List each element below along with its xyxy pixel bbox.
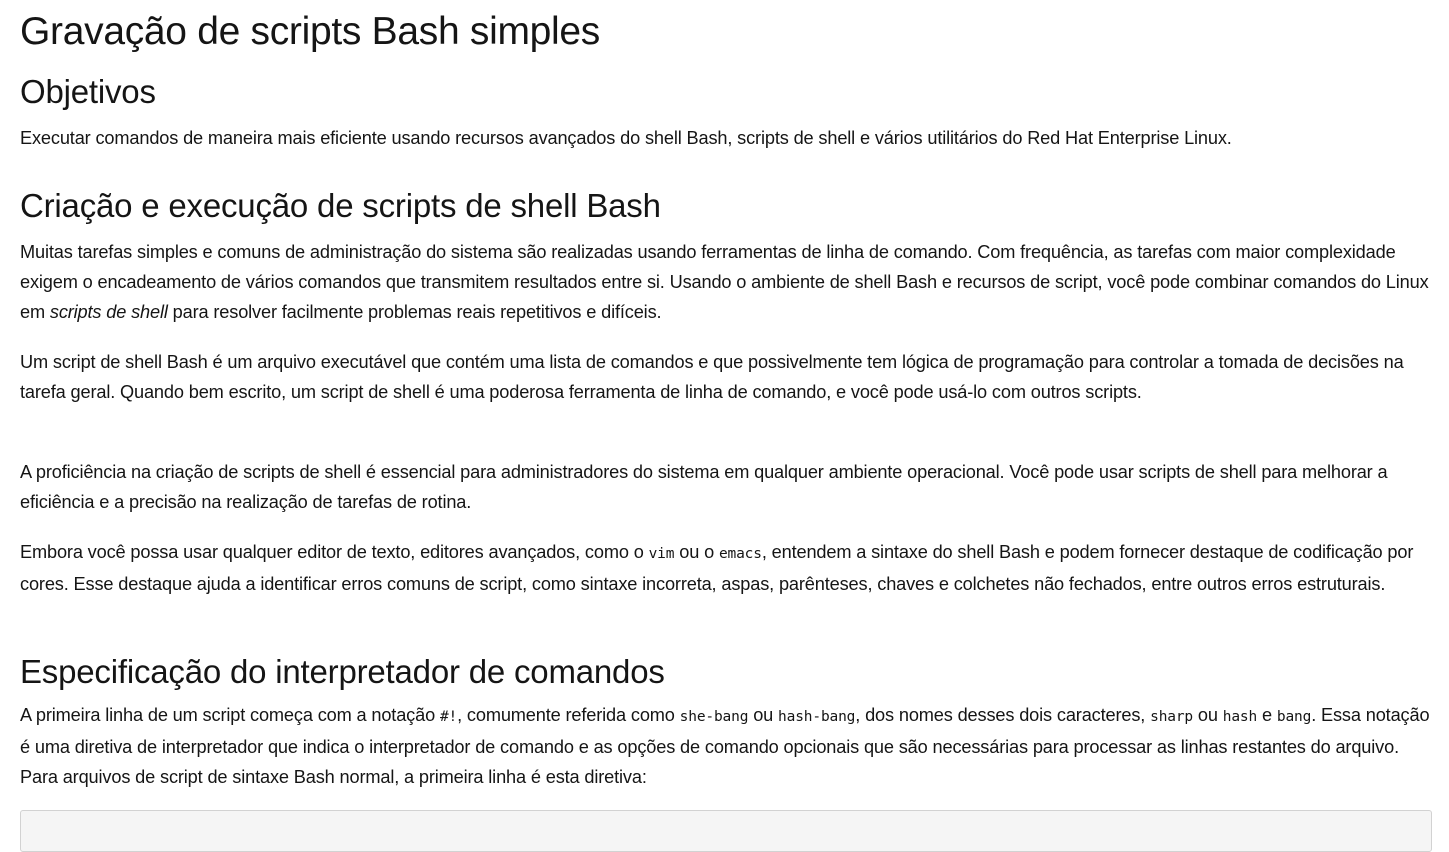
text-span: A primeira linha de um script começa com… xyxy=(20,705,440,725)
inline-code-emacs: emacs xyxy=(718,546,762,562)
text-span: para resolver facilmente problemas reais… xyxy=(167,302,662,322)
text-span: , comumente referida como xyxy=(457,705,680,725)
objectives-heading: Objetivos xyxy=(20,73,156,110)
text-span: ou xyxy=(1193,705,1223,725)
emphasis-term: scripts de shell xyxy=(49,302,168,322)
inline-code-bang: bang xyxy=(1276,709,1312,725)
interpreter-paragraph-1: A primeira linha de um script começa com… xyxy=(20,700,1432,792)
inline-code-she-bang: she-bang xyxy=(679,709,749,725)
creation-paragraph-1: Muitas tarefas simples e comuns de admin… xyxy=(20,237,1432,327)
code-block[interactable] xyxy=(20,810,1432,852)
text-span: , dos nomes desses dois caracteres, xyxy=(855,705,1151,725)
creation-section-heading: Criação e execução de scripts de shell B… xyxy=(20,187,661,224)
interpreter-section-heading: Especificação do interpretador de comand… xyxy=(20,653,665,690)
creation-paragraph-2: Um script de shell Bash é um arquivo exe… xyxy=(20,352,1404,402)
text-span: Embora você possa usar qualquer editor d… xyxy=(20,542,649,562)
inline-code-vim: vim xyxy=(648,546,675,562)
text-span: e xyxy=(1257,705,1277,725)
inline-code-hash: hash xyxy=(1222,709,1258,725)
inline-code-sharp: sharp xyxy=(1150,709,1194,725)
creation-paragraph-3: A proficiência na criação de scripts de … xyxy=(20,462,1388,512)
inline-code-shebang: #! xyxy=(439,709,458,725)
text-span: ou o xyxy=(674,542,719,562)
objectives-text: Executar comandos de maneira mais eficie… xyxy=(20,128,1232,148)
creation-paragraph-4: Embora você possa usar qualquer editor d… xyxy=(20,537,1432,599)
text-span: ou xyxy=(748,705,779,725)
page-title: Gravação de scripts Bash simples xyxy=(20,10,600,53)
inline-code-hash-bang: hash-bang xyxy=(778,709,856,725)
